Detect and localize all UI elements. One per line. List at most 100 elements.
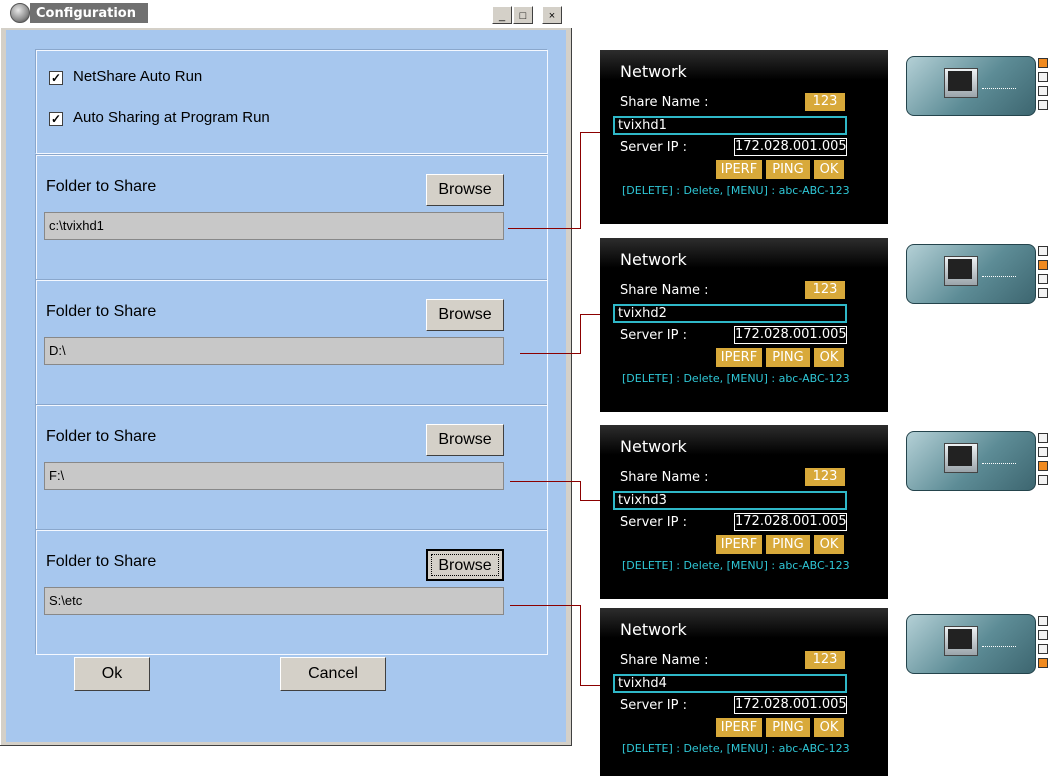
slot-indicator-icon	[1038, 630, 1048, 640]
iperf-button[interactable]: IPERF	[716, 535, 762, 554]
keyboard-mode-badge[interactable]: 123	[805, 468, 845, 486]
connector-2-a	[520, 353, 580, 354]
osd-ok-button[interactable]: OK	[814, 348, 844, 367]
share-name-label: Share Name :	[620, 653, 709, 668]
browse-button[interactable]: Browse	[426, 424, 504, 456]
device-thumbnail-1	[902, 54, 1052, 116]
iperf-button[interactable]: IPERF	[716, 718, 762, 737]
help-text: [DELETE] : Delete, [MENU] : abc-ABC-123	[622, 372, 850, 385]
autoshare-label[interactable]: Auto Sharing at Program Run	[73, 109, 270, 126]
network-panel-3: Network Share Name : 123 tvixhd3 Server …	[600, 425, 888, 599]
ping-button[interactable]: PING	[766, 160, 810, 179]
dotted-link	[982, 646, 1016, 647]
share-name-label: Share Name :	[620, 470, 709, 485]
folder-path-field[interactable]: c:\tvixhd1	[44, 212, 504, 240]
slot-indicator-icon	[1038, 616, 1048, 626]
server-ip-field[interactable]: 172.028.001.005	[734, 513, 847, 531]
device-thumbnail-4	[902, 612, 1052, 674]
iperf-button[interactable]: IPERF	[716, 160, 762, 179]
share-name-label: Share Name :	[620, 95, 709, 110]
share-panel-2: Folder to Share Browse D:\	[36, 280, 548, 405]
monitor-screen	[948, 71, 972, 91]
browse-button[interactable]: Browse	[426, 549, 504, 581]
folder-to-share-label: Folder to Share	[46, 553, 157, 570]
iperf-button[interactable]: IPERF	[716, 348, 762, 367]
help-text: [DELETE] : Delete, [MENU] : abc-ABC-123	[622, 742, 850, 755]
network-title: Network	[620, 62, 687, 81]
window-client-area: ✓ NetShare Auto Run ✓ Auto Sharing at Pr…	[6, 30, 566, 742]
share-name-field[interactable]: tvixhd1	[613, 116, 847, 135]
server-ip-field[interactable]: 172.028.001.005	[734, 326, 847, 344]
minimize-button[interactable]: _	[492, 6, 512, 24]
folder-to-share-label: Folder to Share	[46, 428, 157, 445]
folder-to-share-label: Folder to Share	[46, 303, 157, 320]
maximize-button[interactable]: □	[513, 6, 533, 24]
connector-1-a	[508, 228, 580, 229]
share-name-field[interactable]: tvixhd4	[613, 674, 847, 693]
folder-path-field[interactable]: F:\	[44, 462, 504, 490]
connector-4-a	[510, 605, 580, 606]
browse-button[interactable]: Browse	[426, 174, 504, 206]
slot-indicator-icon	[1038, 433, 1048, 443]
slot-indicator-icon	[1038, 58, 1048, 68]
connector-1-b	[580, 132, 581, 229]
dotted-link	[982, 463, 1016, 464]
network-panel-4: Network Share Name : 123 tvixhd4 Server …	[600, 608, 888, 776]
share-name-label: Share Name :	[620, 283, 709, 298]
share-panel-4: Folder to Share Browse S:\etc	[36, 530, 548, 655]
help-text: [DELETE] : Delete, [MENU] : abc-ABC-123	[622, 559, 850, 572]
slot-indicator-icon	[1038, 274, 1048, 284]
device-thumbnail-2	[902, 242, 1052, 304]
slot-indicator-icon	[1038, 288, 1048, 298]
window-title: Configuration	[36, 6, 136, 21]
osd-ok-button[interactable]: OK	[814, 160, 844, 179]
ping-button[interactable]: PING	[766, 348, 810, 367]
server-ip-field[interactable]: 172.028.001.005	[734, 138, 847, 156]
server-ip-label: Server IP :	[620, 140, 687, 155]
dotted-link	[982, 88, 1016, 89]
keyboard-mode-badge[interactable]: 123	[805, 651, 845, 669]
ok-button[interactable]: Ok	[74, 657, 150, 691]
server-ip-label: Server IP :	[620, 328, 687, 343]
network-panel-2: Network Share Name : 123 tvixhd2 Server …	[600, 238, 888, 412]
connector-3-a	[510, 481, 580, 482]
ping-button[interactable]: PING	[766, 718, 810, 737]
folder-path-field[interactable]: S:\etc	[44, 587, 504, 615]
monitor-screen	[948, 259, 972, 279]
slot-indicator-icon	[1038, 260, 1048, 270]
network-title: Network	[620, 250, 687, 269]
osd-ok-button[interactable]: OK	[814, 718, 844, 737]
close-button[interactable]: ×	[542, 6, 562, 24]
share-name-field[interactable]: tvixhd3	[613, 491, 847, 510]
autorun-checkbox[interactable]: ✓	[49, 71, 63, 85]
autoshare-checkbox[interactable]: ✓	[49, 112, 63, 126]
slot-indicator-icon	[1038, 86, 1048, 96]
title-bar[interactable]: Configuration _ □ ×	[0, 0, 572, 28]
keyboard-mode-badge[interactable]: 123	[805, 281, 845, 299]
share-panel-3: Folder to Share Browse F:\	[36, 405, 548, 530]
app-disk-icon[interactable]	[10, 3, 30, 23]
folder-path-field[interactable]: D:\	[44, 337, 504, 365]
server-ip-label: Server IP :	[620, 515, 687, 530]
keyboard-mode-badge[interactable]: 123	[805, 93, 845, 111]
network-title: Network	[620, 620, 687, 639]
slot-indicator-icon	[1038, 658, 1048, 668]
server-ip-field[interactable]: 172.028.001.005	[734, 696, 847, 714]
browse-button[interactable]: Browse	[426, 299, 504, 331]
share-name-field[interactable]: tvixhd2	[613, 304, 847, 323]
network-panel-1: Network Share Name : 123 tvixhd1 Server …	[600, 50, 888, 224]
folder-to-share-label: Folder to Share	[46, 178, 157, 195]
connector-4-b	[580, 605, 581, 685]
slot-indicator-icon	[1038, 644, 1048, 654]
share-panel-1: Folder to Share Browse c:\tvixhd1	[36, 155, 548, 280]
autorun-label[interactable]: NetShare Auto Run	[73, 68, 202, 85]
cancel-button[interactable]: Cancel	[280, 657, 386, 691]
dotted-link	[982, 276, 1016, 277]
connector-2-b	[580, 314, 581, 354]
slot-indicator-icon	[1038, 447, 1048, 457]
slot-indicator-icon	[1038, 475, 1048, 485]
ping-button[interactable]: PING	[766, 535, 810, 554]
osd-ok-button[interactable]: OK	[814, 535, 844, 554]
monitor-screen	[948, 446, 972, 466]
slot-indicator-icon	[1038, 72, 1048, 82]
